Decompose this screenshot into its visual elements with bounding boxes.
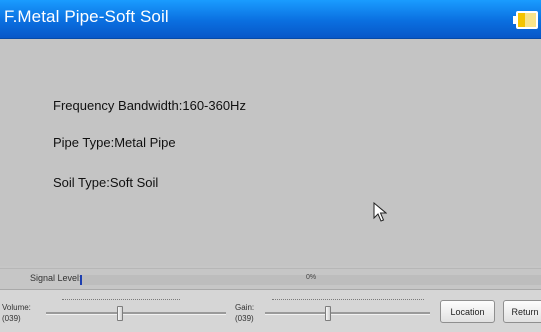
gain-slider-track[interactable] bbox=[265, 312, 430, 315]
window-title: F.Metal Pipe-Soft Soil bbox=[4, 7, 169, 26]
signal-level-fill bbox=[80, 275, 82, 285]
volume-value: (039) bbox=[2, 314, 21, 323]
volume-slider-ticks bbox=[62, 299, 180, 300]
volume-slider-thumb[interactable] bbox=[117, 306, 123, 321]
pipe-type-text: Pipe Type:Metal Pipe bbox=[53, 135, 176, 150]
volume-label: Volume: (039) bbox=[2, 302, 31, 324]
volume-slider-track[interactable] bbox=[46, 312, 226, 315]
frequency-bandwidth-text: Frequency Bandwidth:160-360Hz bbox=[53, 98, 246, 113]
gain-label: Gain: (039) bbox=[235, 302, 254, 324]
gain-label-text: Gain: bbox=[235, 303, 255, 312]
signal-level-label: Signal Level: bbox=[30, 273, 82, 283]
gain-value: (039) bbox=[235, 314, 254, 323]
title-bar: F.Metal Pipe-Soft Soil bbox=[0, 0, 541, 39]
mouse-pointer-icon bbox=[373, 202, 387, 222]
control-bar: Volume: (039) Gain: (039) Location Retur… bbox=[0, 289, 541, 332]
signal-level-percent: 0% bbox=[306, 274, 317, 281]
return-button[interactable]: Return bbox=[503, 300, 541, 323]
gain-slider-ticks bbox=[272, 299, 424, 300]
gain-slider-thumb[interactable] bbox=[325, 306, 331, 321]
signal-level-row: Signal Level: 0% bbox=[0, 268, 541, 289]
location-button[interactable]: Location bbox=[440, 300, 495, 323]
battery-icon bbox=[513, 11, 538, 29]
volume-label-text: Volume: bbox=[2, 303, 31, 312]
info-panel: Frequency Bandwidth:160-360Hz Pipe Type:… bbox=[0, 39, 541, 266]
soil-type-text: Soil Type:Soft Soil bbox=[53, 175, 159, 190]
